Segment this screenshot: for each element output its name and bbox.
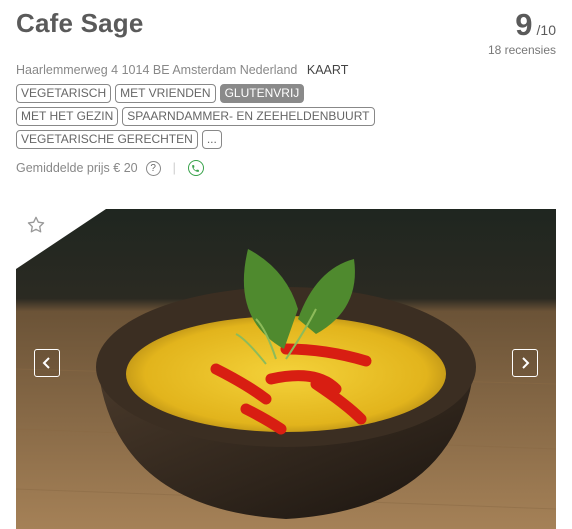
tag-met-het-gezin[interactable]: MET HET GEZIN xyxy=(16,107,119,126)
photo-gallery[interactable] xyxy=(16,209,556,529)
review-count-link[interactable]: 18 recensies xyxy=(488,43,556,57)
chevron-right-icon xyxy=(522,357,530,369)
more-tags-button[interactable]: ... xyxy=(201,130,222,149)
rating-block: 9 /10 18 recensies xyxy=(488,7,556,58)
average-price: Gemiddelde prijs € 20 xyxy=(16,161,138,175)
tag-spaarndammer[interactable]: SPAARNDAMMER- EN ZEEHELDENBUURT xyxy=(122,107,375,126)
phone-icon[interactable] xyxy=(187,160,204,176)
address-row: Haarlemmerweg 4 1014 BE Amsterdam Nederl… xyxy=(16,63,348,77)
tag-vegetarische-gerechten[interactable]: VEGETARISCHE GERECHTEN xyxy=(16,130,198,149)
star-outline-icon[interactable] xyxy=(26,215,46,235)
next-photo-button[interactable] xyxy=(512,349,538,377)
address: Haarlemmerweg 4 1014 BE Amsterdam Nederl… xyxy=(16,63,298,77)
tag-list: VEGETARISCH MET VRIENDEN GLUTENVRIJ MET … xyxy=(16,84,536,153)
tag-met-vrienden[interactable]: MET VRIENDEN xyxy=(115,84,216,103)
tag-glutenvrij[interactable]: GLUTENVRIJ xyxy=(219,84,305,103)
price-row: Gemiddelde prijs € 20 ? | xyxy=(16,160,204,176)
prev-photo-button[interactable] xyxy=(34,349,60,377)
rating-score: 9 xyxy=(515,7,533,42)
rating-max: /10 xyxy=(536,22,556,38)
food-photo xyxy=(16,209,556,529)
restaurant-name: Cafe Sage xyxy=(16,8,144,38)
map-link[interactable]: KAART xyxy=(307,63,348,77)
divider: | xyxy=(172,161,176,175)
tag-vegetarisch[interactable]: VEGETARISCH xyxy=(16,84,112,103)
chevron-left-icon xyxy=(42,357,50,369)
question-circle-icon[interactable]: ? xyxy=(145,160,161,176)
